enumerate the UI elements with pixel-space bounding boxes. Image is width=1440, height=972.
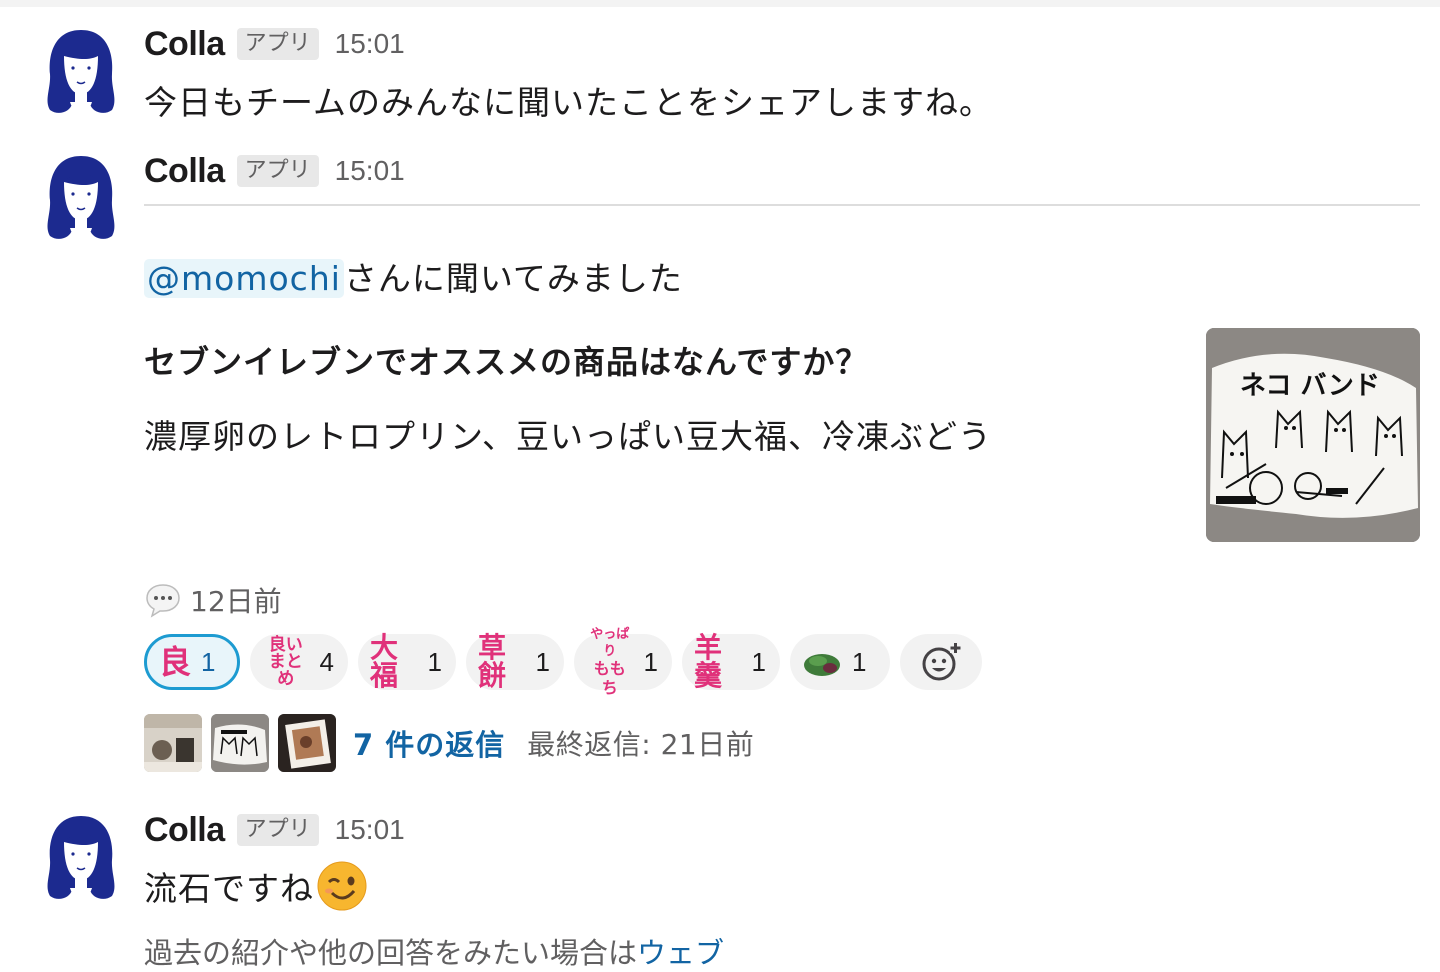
- reply-count-link[interactable]: 7 件の返信: [353, 722, 505, 764]
- reaction-youkan[interactable]: 羊羹 1: [682, 634, 780, 690]
- thread-meta: 12日前: [144, 580, 282, 620]
- app-badge: アプリ: [236, 155, 319, 187]
- block-divider: [144, 204, 1420, 206]
- author-name[interactable]: Colla: [144, 811, 225, 850]
- reaction-count: 1: [643, 646, 658, 677]
- speech-bubble-icon: [146, 584, 180, 618]
- last-reply-time: 最終返信: 21日前: [527, 728, 755, 761]
- colla-avatar[interactable]: [42, 152, 120, 242]
- daifuku-emoji-icon: 大福: [370, 631, 399, 692]
- reaction-count: 1: [535, 646, 550, 677]
- reply-avatar: [211, 714, 269, 772]
- reaction-yappari-momochi[interactable]: やっぱり ももち 1: [574, 627, 672, 696]
- app-badge: アプリ: [236, 814, 319, 846]
- colla-avatar[interactable]: [42, 812, 120, 902]
- reaction-green-mochi[interactable]: 1: [790, 634, 890, 690]
- author-name[interactable]: Colla: [144, 25, 225, 64]
- reaction-yoi[interactable]: 良 1: [144, 634, 240, 690]
- add-reaction-icon: [922, 642, 961, 681]
- question-title: セブンイレブンでオススメの商品はなんですか？: [144, 343, 869, 381]
- timestamp[interactable]: 15:01: [335, 814, 405, 846]
- reaction-kusamochi[interactable]: 草餅 1: [466, 634, 564, 690]
- thread-summary[interactable]: 7 件の返信 最終返信: 21日前: [144, 714, 754, 772]
- answer-thumbnail[interactable]: ネコ バンド: [1206, 328, 1420, 542]
- message-text: 流石ですね: [144, 869, 314, 908]
- winking-face-icon: [317, 861, 367, 911]
- app-badge: アプリ: [236, 28, 319, 60]
- add-reaction-button[interactable]: [900, 634, 982, 690]
- yappari-momochi-emoji-icon: やっぱり ももち: [590, 627, 630, 697]
- timestamp[interactable]: 15:01: [335, 155, 405, 187]
- timestamp[interactable]: 15:01: [335, 28, 405, 60]
- reaction-count: 4: [319, 646, 334, 677]
- cutoff-text: 過去の紹介や他の回答をみたい場合はウェブ: [144, 936, 725, 970]
- top-divider: [0, 0, 1440, 7]
- reaction-count: 1: [852, 646, 867, 677]
- message-text-line: 流石ですね: [144, 860, 368, 912]
- reply-avatar: [278, 714, 336, 772]
- answer-text: 濃厚卵のレトロプリン、豆いっぱい豆大福、冷凍ぶどう: [144, 417, 993, 456]
- reactions-bar: 良 1 良い まとめ 4 大福 1 草餅 1 やっぱり ももち 1 羊羹 1 1: [144, 627, 982, 696]
- colla-avatar[interactable]: [42, 26, 120, 116]
- cat-band-sticker-image: ネコ バンド: [1206, 328, 1420, 542]
- kusamochi-emoji-icon: 草餅: [478, 631, 507, 692]
- reaction-count: 1: [427, 646, 442, 677]
- green-mochi-icon: [804, 654, 840, 676]
- author-name[interactable]: Colla: [144, 152, 225, 191]
- yoi-matome-emoji-icon: 良い まとめ: [268, 634, 303, 689]
- sticker-caption: ネコ バンド: [1240, 371, 1380, 401]
- intro-line: @momochiさんに聞いてみました: [144, 252, 683, 300]
- message-text: 今日もチームのみんなに聞いたことをシェアしますね。: [144, 83, 994, 122]
- reaction-daifuku[interactable]: 大福 1: [358, 634, 456, 690]
- relative-time[interactable]: 12日前: [190, 580, 282, 620]
- youkan-emoji-icon: 羊羹: [694, 631, 723, 692]
- user-mention[interactable]: @momochi: [144, 259, 344, 298]
- reaction-count: 1: [201, 646, 216, 677]
- web-link[interactable]: ウェブ: [637, 936, 724, 970]
- reaction-count: 1: [751, 646, 766, 677]
- reply-avatar: [144, 714, 202, 772]
- yoi-emoji-icon: 良: [159, 643, 192, 681]
- intro-text: さんに聞いてみました: [343, 259, 683, 298]
- reaction-yoi-matome[interactable]: 良い まとめ 4: [250, 634, 348, 690]
